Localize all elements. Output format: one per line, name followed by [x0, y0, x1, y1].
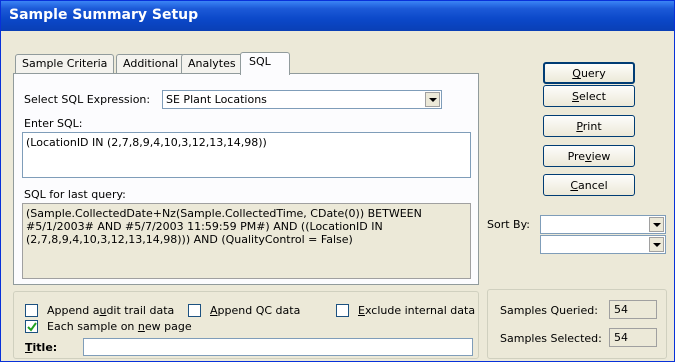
tab-sql[interactable]: SQL: [240, 52, 290, 75]
title-label: Title:: [25, 341, 58, 354]
chevron-down-icon[interactable]: [649, 217, 664, 232]
sql-input-text: (LocationID IN (2,7,8,9,4,10,3,12,13,14,…: [26, 136, 267, 149]
cancel-button[interactable]: Cancel: [543, 174, 635, 196]
exclude-internal-label[interactable]: Exclude internal data: [358, 304, 475, 317]
tab-additional[interactable]: Additional: [116, 54, 186, 74]
query-button[interactable]: Query: [543, 62, 635, 84]
last-query-display: (Sample.CollectedDate+Nz(Sample.Collecte…: [22, 203, 471, 279]
sort-by-select-1[interactable]: [540, 215, 666, 234]
window-title: Sample Summary Setup: [1, 1, 674, 31]
checkmark-icon: [27, 322, 37, 332]
exclude-internal-checkbox[interactable]: [336, 304, 349, 317]
sample-summary-setup-window: Sample Summary Setup Sample Criteria Add…: [0, 0, 675, 362]
sort-by-select-2[interactable]: [540, 235, 666, 254]
title-input[interactable]: [83, 338, 473, 356]
sort-by-label: Sort By:: [487, 218, 531, 231]
tab-sample-criteria[interactable]: Sample Criteria: [15, 54, 115, 74]
samples-queried-label: Samples Queried:: [500, 304, 598, 317]
sql-input[interactable]: (LocationID IN (2,7,8,9,4,10,3,12,13,14,…: [22, 132, 471, 178]
last-query-label: SQL for last query:: [24, 188, 126, 201]
append-audit-checkbox[interactable]: [25, 304, 38, 317]
samples-selected-field: 54: [609, 328, 657, 347]
sql-tab-panel: Select SQL Expression: SE Plant Location…: [13, 73, 479, 285]
chevron-down-icon[interactable]: [425, 92, 440, 107]
select-sql-label: Select SQL Expression:: [24, 93, 151, 106]
append-qc-label[interactable]: Append QC data: [210, 304, 300, 317]
append-qc-checkbox[interactable]: [188, 304, 201, 317]
samples-selected-label: Samples Selected:: [500, 332, 602, 345]
select-button[interactable]: Select: [543, 85, 635, 107]
preview-button[interactable]: Preview: [543, 145, 635, 167]
sql-expression-value: SE Plant Locations: [166, 93, 267, 106]
each-sample-new-page-label[interactable]: Each sample on new page: [47, 320, 192, 333]
sql-expression-select[interactable]: SE Plant Locations: [162, 90, 442, 109]
samples-selected-value: 54: [614, 331, 628, 344]
samples-queried-field: 54: [609, 300, 657, 319]
append-audit-label[interactable]: Append audit trail data: [47, 304, 174, 317]
print-button[interactable]: Print: [543, 115, 635, 137]
enter-sql-label: Enter SQL:: [24, 117, 83, 130]
last-query-text: (Sample.CollectedDate+Nz(Sample.Collecte…: [26, 207, 422, 246]
each-sample-new-page-checkbox[interactable]: [25, 320, 38, 333]
samples-queried-value: 54: [614, 303, 628, 316]
chevron-down-icon[interactable]: [649, 237, 664, 252]
tab-analytes[interactable]: Analytes: [181, 54, 243, 74]
